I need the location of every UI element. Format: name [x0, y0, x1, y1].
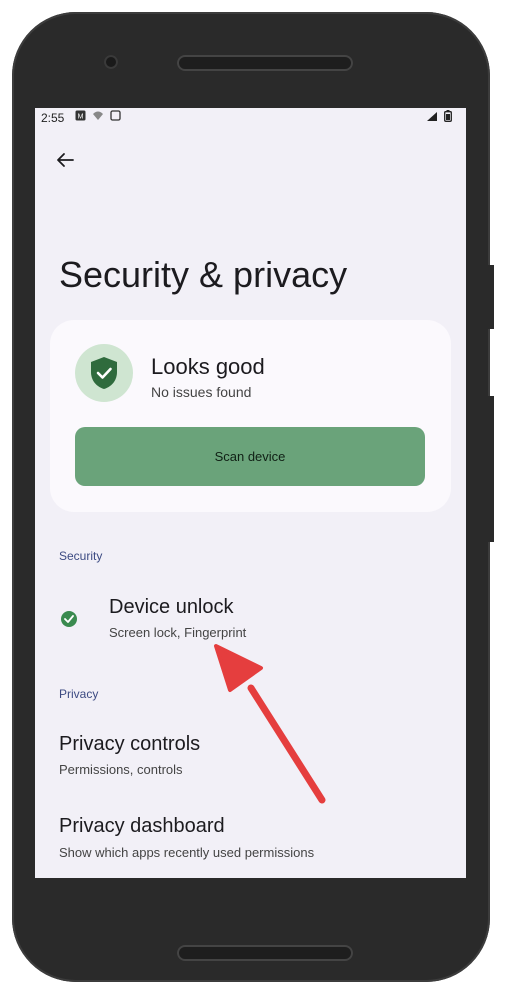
- screen: 2:55 M Security & privacy Looks good No …: [35, 108, 466, 878]
- status-bar: 2:55 M: [35, 108, 466, 128]
- shield-check-icon: [91, 357, 117, 389]
- status-card: Looks good No issues found Scan device: [50, 320, 451, 512]
- check-circle-icon: [61, 611, 77, 627]
- device-unlock-subtitle: Screen lock, Fingerprint: [109, 625, 247, 640]
- bottom-speaker: [177, 945, 353, 961]
- top-speaker: [177, 55, 353, 71]
- privacy-controls-subtitle: Permissions, controls: [59, 762, 183, 777]
- arrow-back-icon[interactable]: [53, 148, 77, 172]
- notification-icon: M: [75, 110, 86, 121]
- privacy-dashboard-subtitle: Show which apps recently used permission…: [59, 845, 315, 860]
- wifi-off-icon: [93, 111, 103, 120]
- privacy-dashboard-title: Privacy dashboard: [59, 815, 225, 837]
- volume-button: [488, 265, 494, 329]
- privacy-controls-title: Privacy controls: [59, 733, 201, 755]
- page-title: Security & privacy: [59, 254, 348, 295]
- device-unlock-title: Device unlock: [109, 596, 234, 618]
- scan-device-button[interactable]: Scan device: [75, 427, 425, 486]
- signal-icon: [427, 111, 437, 121]
- svg-text:M: M: [78, 113, 84, 120]
- status-title: Looks good: [151, 354, 265, 379]
- battery-icon: [444, 110, 452, 122]
- section-security-label: Security: [59, 549, 103, 563]
- status-subtitle: No issues found: [151, 384, 252, 400]
- status-left-icons: M: [75, 110, 121, 121]
- status-right-icons: [426, 110, 452, 122]
- power-button: [488, 396, 494, 542]
- camera-icon: [104, 55, 118, 69]
- screen-icon: [110, 110, 121, 121]
- shield-badge: [75, 344, 133, 402]
- section-privacy-label: Privacy: [59, 687, 99, 701]
- status-time: 2:55: [41, 111, 65, 125]
